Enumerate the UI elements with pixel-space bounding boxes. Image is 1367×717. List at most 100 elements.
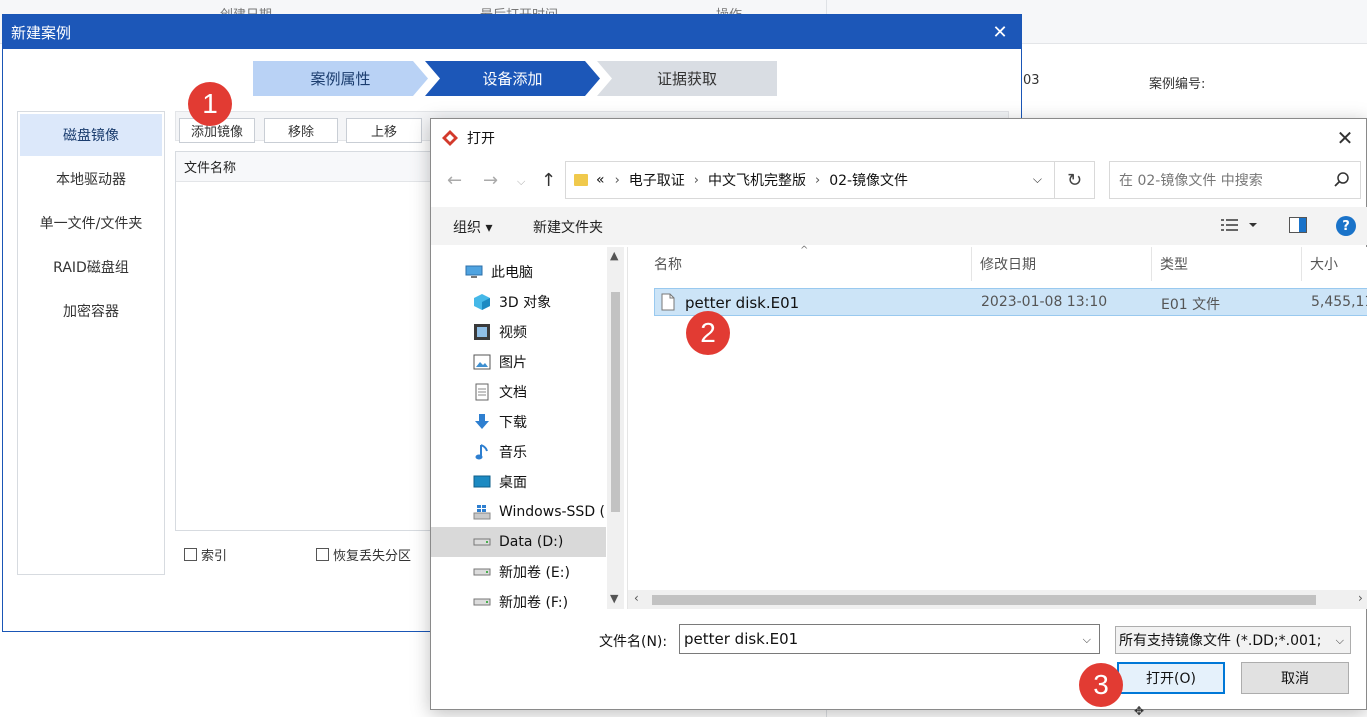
breadcrumb-forensics[interactable]: 电子取证 bbox=[629, 170, 685, 190]
search-icon[interactable] bbox=[1333, 171, 1351, 189]
step-badge-2: 2 bbox=[686, 311, 730, 355]
step-case-properties[interactable]: 案例属性 bbox=[253, 61, 428, 96]
tree-item-music[interactable]: 音乐 bbox=[431, 437, 606, 467]
forward-icon[interactable]: → bbox=[483, 170, 498, 191]
nav-encrypted-container[interactable]: 加密容器 bbox=[20, 290, 162, 332]
column-size[interactable]: 大小 bbox=[1302, 247, 1367, 281]
folder-icon bbox=[574, 174, 588, 186]
open-file-dialog: 打开 ✕ ← → ⌵ ↑ « › 电子取证 › 中文飞机完整版 › 02-镜像文… bbox=[430, 118, 1367, 710]
view-options-icon[interactable] bbox=[1221, 216, 1261, 238]
step-evidence-acquire[interactable]: 证据获取 bbox=[597, 61, 777, 96]
step-badge-1: 1 bbox=[188, 82, 232, 126]
tree-label: 音乐 bbox=[499, 445, 527, 461]
preview-pane-icon[interactable] bbox=[1289, 217, 1307, 237]
tree-item-videos[interactable]: 视频 bbox=[431, 317, 606, 347]
image-file-table: 文件名称 bbox=[175, 151, 437, 531]
tree-item-pictures[interactable]: 图片 bbox=[431, 347, 606, 377]
nav-local-drive[interactable]: 本地驱动器 bbox=[20, 158, 162, 200]
tree-item-volume-e[interactable]: 新加卷 (E:) bbox=[431, 557, 606, 587]
tree-item-data-d[interactable]: Data (D:) bbox=[431, 527, 606, 557]
nav-raid[interactable]: RAID磁盘组 bbox=[20, 246, 162, 288]
step-device-add[interactable]: 设备添加 bbox=[425, 61, 600, 96]
tree-scroll-thumb[interactable] bbox=[611, 292, 620, 512]
column-modified[interactable]: 修改日期 bbox=[972, 247, 1152, 281]
download-icon bbox=[473, 414, 491, 430]
new-folder-button[interactable]: 新建文件夹 bbox=[533, 217, 603, 237]
step-label: 案例属性 bbox=[310, 70, 371, 88]
step-label: 证据获取 bbox=[656, 70, 717, 88]
cursor-icon: ✥ bbox=[1134, 704, 1145, 717]
case-dialog-title: 新建案例 bbox=[11, 23, 72, 42]
file-size: 5,455,11 bbox=[1311, 294, 1367, 310]
source-type-nav: 磁盘镜像 本地驱动器 单一文件/文件夹 RAID磁盘组 加密容器 bbox=[17, 111, 165, 575]
tree-label: 桌面 bbox=[499, 475, 527, 491]
windows-drive-icon bbox=[473, 504, 491, 520]
drive-icon bbox=[473, 594, 491, 610]
tree-item-3d-objects[interactable]: 3D 对象 bbox=[431, 287, 606, 317]
tree-item-desktop[interactable]: 桌面 bbox=[431, 467, 606, 497]
tree-label: 视频 bbox=[499, 325, 527, 341]
app-icon bbox=[441, 129, 459, 147]
breadcrumb-sep-icon: › bbox=[693, 172, 699, 188]
tree-item-this-pc[interactable]: 此电脑 bbox=[431, 257, 606, 287]
tree-label: Windows-SSD ( bbox=[499, 504, 606, 520]
file-row[interactable]: petter disk.E01 2023-01-08 13:10 E01 文件 … bbox=[654, 288, 1367, 316]
breadcrumb-image-files[interactable]: 02-镜像文件 bbox=[829, 170, 908, 190]
scroll-left-icon[interactable]: ‹ bbox=[634, 591, 639, 605]
open-button[interactable]: 打开(O) bbox=[1117, 662, 1225, 694]
chevron-down-icon[interactable]: ⌵ bbox=[1336, 634, 1344, 648]
move-up-button[interactable]: 上移 bbox=[346, 118, 422, 143]
open-dialog-titlebar: 打开 bbox=[431, 119, 1366, 157]
search-input[interactable]: 在 02-镜像文件 中搜索 bbox=[1109, 161, 1361, 199]
checkbox-box[interactable] bbox=[316, 548, 329, 561]
address-bar[interactable]: « › 电子取证 › 中文飞机完整版 › 02-镜像文件 ⌵ bbox=[565, 161, 1055, 199]
tree-item-documents[interactable]: 文档 bbox=[431, 377, 606, 407]
nav-disk-image[interactable]: 磁盘镜像 bbox=[20, 114, 162, 156]
tree-label: 此电脑 bbox=[491, 265, 533, 281]
tree-item-windows-ssd[interactable]: Windows-SSD ( bbox=[431, 497, 606, 527]
chevron-down-icon[interactable]: ⌵ bbox=[1033, 172, 1042, 187]
tree-label: Data (D:) bbox=[499, 534, 564, 550]
nav-file-folder[interactable]: 单一文件/文件夹 bbox=[20, 202, 162, 244]
file-name-column-header: 文件名称 bbox=[176, 152, 436, 182]
scroll-right-icon[interactable]: › bbox=[1358, 591, 1363, 605]
search-placeholder: 在 02-镜像文件 中搜索 bbox=[1119, 173, 1263, 189]
tree-scrollbar[interactable]: ▲ ▼ bbox=[607, 247, 624, 609]
recover-partition-checkbox[interactable]: 恢复丢失分区 bbox=[316, 545, 411, 564]
cancel-button[interactable]: 取消 bbox=[1241, 662, 1349, 694]
breadcrumb-overflow[interactable]: « bbox=[596, 172, 605, 188]
checkbox-box[interactable] bbox=[184, 548, 197, 561]
close-icon[interactable]: ✕ bbox=[1332, 125, 1358, 151]
checkbox-label: 索引 bbox=[201, 549, 228, 564]
close-icon[interactable]: ✕ bbox=[989, 21, 1011, 43]
navigation-row: ← → ⌵ ↑ « › 电子取证 › 中文飞机完整版 › 02-镜像文件 ⌵ ↻… bbox=[431, 161, 1367, 201]
case-dialog-titlebar: 新建案例 bbox=[3, 15, 1021, 49]
3d-objects-icon bbox=[473, 294, 491, 310]
recent-chevron-icon[interactable]: ⌵ bbox=[517, 175, 525, 189]
tree-item-downloads[interactable]: 下载 bbox=[431, 407, 606, 437]
remove-button[interactable]: 移除 bbox=[264, 118, 338, 143]
filename-input[interactable]: petter disk.E01 ⌵ bbox=[679, 624, 1100, 654]
breadcrumb-sep-icon: › bbox=[614, 172, 620, 188]
tree-label: 文档 bbox=[499, 385, 527, 401]
column-type[interactable]: 类型 bbox=[1152, 247, 1302, 281]
refresh-icon[interactable]: ↻ bbox=[1055, 161, 1095, 199]
breadcrumb-full-version[interactable]: 中文飞机完整版 bbox=[708, 170, 806, 190]
index-checkbox[interactable]: 索引 bbox=[184, 545, 227, 564]
chevron-down-icon[interactable]: ⌵ bbox=[1083, 633, 1091, 647]
help-icon[interactable]: ? bbox=[1336, 216, 1356, 236]
column-name[interactable]: 名称 bbox=[646, 247, 972, 281]
tree-label: 下载 bbox=[499, 415, 527, 431]
horizontal-scrollbar[interactable]: ‹ › bbox=[628, 590, 1367, 609]
checkbox-label: 恢复丢失分区 bbox=[333, 549, 412, 564]
up-icon[interactable]: ↑ bbox=[541, 170, 556, 191]
file-type-filter[interactable]: 所有支持镜像文件 (*.DD;*.001; ⌵ bbox=[1115, 626, 1351, 654]
scroll-down-icon[interactable]: ▼ bbox=[610, 592, 618, 605]
tree-item-volume-f[interactable]: 新加卷 (F:) bbox=[431, 587, 606, 617]
picture-icon bbox=[473, 354, 491, 370]
scroll-up-icon[interactable]: ▲ bbox=[610, 249, 618, 262]
horizontal-scroll-thumb[interactable] bbox=[652, 595, 1316, 605]
back-icon[interactable]: ← bbox=[447, 170, 462, 191]
organize-button[interactable]: 组织 ▾ bbox=[453, 217, 492, 237]
bg-value: 03 bbox=[1023, 73, 1040, 88]
